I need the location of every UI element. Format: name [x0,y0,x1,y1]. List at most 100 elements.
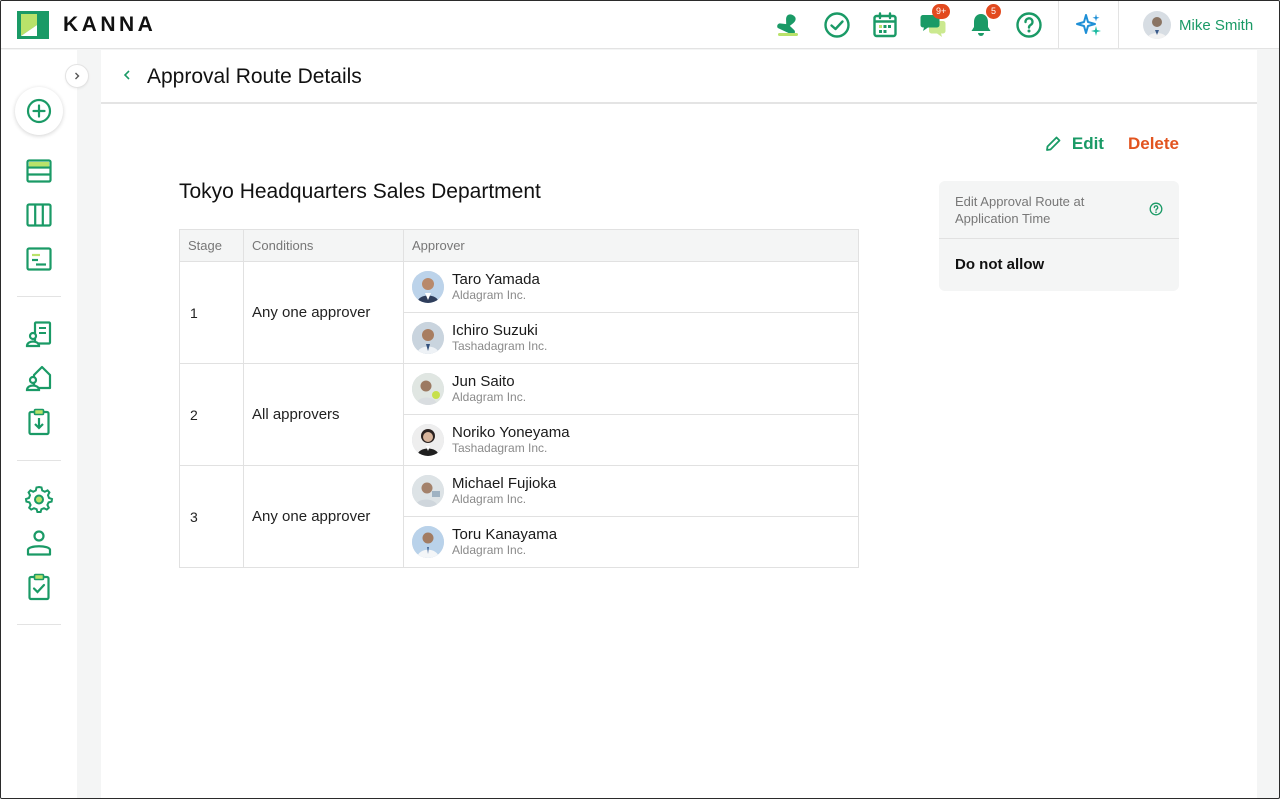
approver-avatar [412,271,444,303]
delete-button[interactable]: Delete [1128,134,1179,154]
clipboard-check-icon [28,573,50,601]
column-header-conditions: Conditions [243,229,404,262]
sidebar-item-documents[interactable] [21,241,57,277]
approver-name: Taro Yamada [452,271,540,288]
check-circle-icon [824,12,850,38]
setting-label: Edit Approval Route at Application Time [955,194,1085,226]
setting-value: Do not allow [955,256,1045,273]
table-row: 3 Any one approver Michael Fujioka Aldagr… [179,465,859,568]
page-actions: Edit Delete [1044,134,1179,154]
table-row: 1 Any one approver Taro Yamada Aldagram I… [179,261,859,364]
stage-condition: Any one approver [243,261,404,364]
stage-number: 2 [179,363,244,466]
title-bar: Approval Route Details [101,50,1257,104]
sidebar-item-list[interactable] [21,153,57,189]
app-window: KANNA 9+ 5 Mike Smith Approval Route Det… [0,0,1280,799]
sidebar-item-account[interactable] [21,525,57,561]
top-bar: KANNA 9+ 5 Mike Smith [1,1,1279,49]
header-divider [1058,1,1059,49]
approver: Jun Saito Aldagram Inc. [412,373,850,405]
sidebar-add-button[interactable] [15,87,63,135]
sidebar-item-approvals[interactable] [21,569,57,605]
gear-icon [24,485,54,513]
approver-cell: Ichiro Suzuki Tashadagram Inc. [403,312,859,364]
sidebar-item-settings[interactable] [21,481,57,517]
notifications-badge: 5 [986,4,1001,19]
calendar-icon [873,12,897,38]
edit-button[interactable]: Edit [1044,134,1104,154]
approver-name: Toru Kanayama [452,526,558,543]
approver-company: Aldagram Inc. [452,492,527,506]
user-menu[interactable]: Mike Smith [1143,11,1253,39]
back-button[interactable] [121,68,133,86]
approver-company: Aldagram Inc. [452,543,527,557]
pencil-icon [1045,136,1061,151]
sidebar-item-properties[interactable] [21,360,57,396]
approver-company: Tashadagram Inc. [452,441,548,455]
edit-label: Edit [1071,134,1104,153]
person-icon [26,530,52,556]
approver-cell: Michael Fujioka Aldagram Inc. [403,465,859,517]
approver-avatar [412,526,444,558]
page-title: Approval Route Details [147,65,362,88]
stage-number: 3 [179,465,244,568]
logo[interactable]: KANNA [17,11,156,39]
sidebar-divider [17,624,61,625]
approver: Ichiro Suzuki Tashadagram Inc. [412,322,850,354]
approver-cell: Taro Yamada Aldagram Inc. [403,261,859,313]
approver: Toru Kanayama Aldagram Inc. [412,526,850,558]
approver-avatar [412,424,444,456]
approver: Taro Yamada Aldagram Inc. [412,271,850,303]
approver-cell: Noriko Yoneyama Tashadagram Inc. [403,414,859,466]
calendar-button[interactable] [870,10,900,40]
stamp-icon [777,14,798,36]
add-icon [26,98,52,124]
kanna-logo-icon [17,11,49,39]
approver-avatar [412,475,444,507]
approver-name: Noriko Yoneyama [452,424,570,441]
approver-cell: Toru Kanayama Aldagram Inc. [403,516,859,568]
columns-icon [26,203,52,227]
approver-name: Ichiro Suzuki [452,322,538,339]
sidebar-item-clients[interactable] [21,316,57,352]
app-name: KANNA [63,13,157,36]
ai-assist-button[interactable] [1074,10,1104,40]
stamp-button[interactable] [773,10,803,40]
header-divider [1118,1,1119,49]
chevron-right-icon [75,72,80,80]
messages-button[interactable]: 9+ [918,4,951,40]
approver-cell: Jun Saito Aldagram Inc. [403,363,859,415]
approver: Michael Fujioka Aldagram Inc. [412,475,850,507]
approver-name: Jun Saito [452,373,515,390]
help-icon [1016,12,1042,38]
sidebar-divider [17,460,61,461]
messages-badge: 9+ [932,4,951,19]
approver: Noriko Yoneyama Tashadagram Inc. [412,424,850,456]
approval-route-table: Stage Conditions Approver 1 Any one appr… [179,229,859,568]
approver-company: Tashadagram Inc. [452,339,548,353]
approver-avatar [412,373,444,405]
help-icon[interactable] [1149,202,1163,216]
column-header-stage: Stage [179,229,244,262]
main-content: Approval Route Details Edit Delete Tokyo… [101,50,1257,798]
sparkle-icon [1076,14,1101,36]
sidebar-item-board[interactable] [21,197,57,233]
approver-company: Aldagram Inc. [452,390,527,404]
building-person-icon [25,321,52,348]
user-name: Mike Smith [1179,16,1254,34]
tasks-button[interactable] [822,10,852,40]
sidebar-divider [17,296,61,297]
sidebar [1,50,89,798]
stage-condition: All approvers [243,363,404,466]
table-row: 2 All approvers Jun Saito Aldagram Inc. [179,363,859,466]
approver-name: Michael Fujioka [452,475,557,492]
sidebar-expand-button[interactable] [65,64,89,88]
column-header-approver: Approver [403,229,859,262]
approver-avatar [412,322,444,354]
document-icon [26,247,52,271]
notifications-button[interactable]: 5 [966,4,1001,40]
setting-header: Edit Approval Route at Application Time [939,181,1179,239]
list-icon [26,159,52,183]
sidebar-item-orders[interactable] [21,404,57,440]
help-button[interactable] [1014,10,1044,40]
